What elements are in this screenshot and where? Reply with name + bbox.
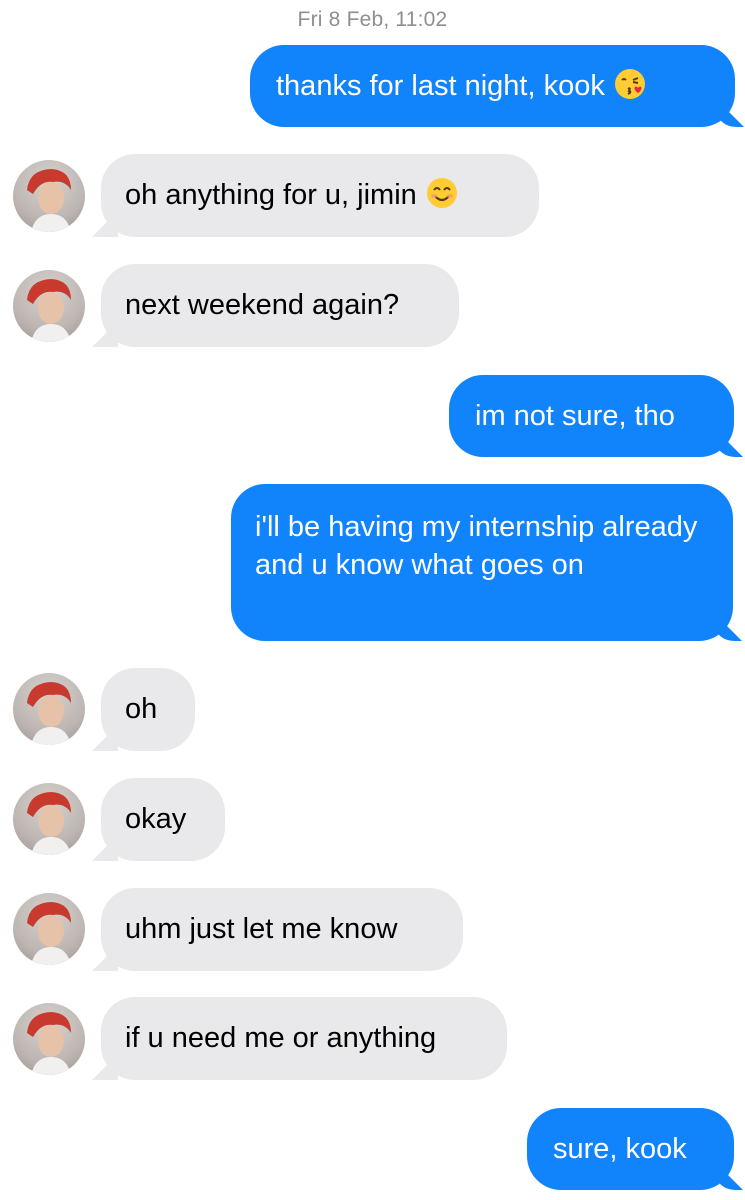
message-bubble-received[interactable]: oh anything for u, jimin [101, 154, 539, 237]
message-bubble-received[interactable]: oh [101, 668, 195, 751]
avatar[interactable] [13, 160, 85, 232]
message-text: okay [125, 803, 187, 835]
timestamp: Fri 8 Feb, 11:02 [297, 8, 448, 31]
message-text: i'll be having my internship already and… [255, 511, 698, 581]
kissing-face-icon [613, 67, 647, 101]
avatar[interactable] [13, 783, 85, 855]
avatar[interactable] [13, 1003, 85, 1075]
message-text: if u need me or anything [125, 1022, 437, 1054]
message-bubble-sent[interactable]: i'll be having my internship already and… [231, 484, 733, 641]
message-thread: Fri 8 Feb, 11:02 thanks for last night, … [0, 0, 745, 1200]
message-bubble-sent[interactable]: sure, kook [527, 1108, 734, 1190]
message-bubble-received[interactable]: okay [101, 778, 225, 861]
avatar[interactable] [13, 673, 85, 745]
message-bubble-sent[interactable]: im not sure, tho [449, 375, 734, 457]
message-text: thanks for last night, kook [276, 70, 605, 102]
message-bubble-sent[interactable]: thanks for last night, kook [250, 45, 735, 127]
message-bubble-received[interactable]: uhm just let me know [101, 888, 463, 971]
message-text: uhm just let me know [125, 913, 398, 945]
avatar[interactable] [13, 893, 85, 965]
message-text: next weekend again? [125, 289, 400, 321]
message-text: oh [125, 693, 158, 725]
message-text: sure, kook [553, 1133, 687, 1165]
avatar[interactable] [13, 270, 85, 342]
message-text: im not sure, tho [475, 400, 675, 432]
message-text: oh anything for u, jimin [125, 179, 417, 211]
message-bubble-received[interactable]: next weekend again? [101, 264, 459, 347]
message-bubble-received[interactable]: if u need me or anything [101, 997, 507, 1080]
smiling-face-icon [425, 176, 459, 210]
